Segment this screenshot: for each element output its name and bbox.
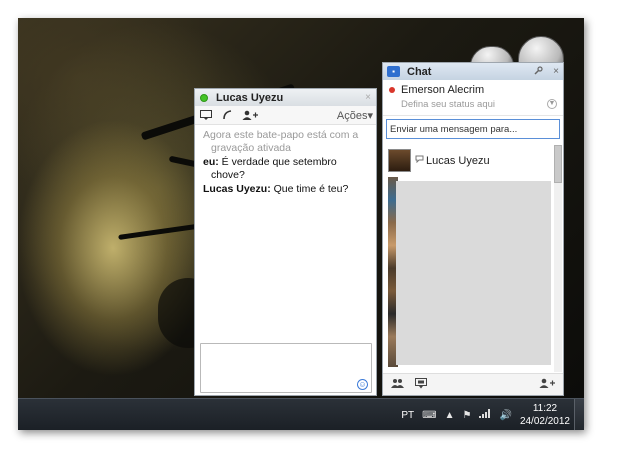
conversation-toolbar: Ações▾ xyxy=(195,106,376,125)
chat-titlebar[interactable]: ▪ Chat × xyxy=(383,63,563,80)
add-person-icon[interactable] xyxy=(242,108,258,123)
chevron-down-icon[interactable]: ▼ xyxy=(547,99,557,109)
chat-message: eu: É verdade que setembro chove? xyxy=(203,156,368,182)
phone-icon[interactable] xyxy=(220,108,236,123)
add-contact-icon[interactable] xyxy=(539,378,555,391)
clock-date: 24/02/2012 xyxy=(519,416,570,427)
chat-footer xyxy=(383,373,563,395)
chat-title: Chat xyxy=(407,65,432,78)
buddy-list: Lucas Uyezu xyxy=(383,145,563,372)
network-signal-icon[interactable] xyxy=(479,409,491,421)
speech-bubble-icon xyxy=(415,155,424,166)
buddy-list-hidden-area xyxy=(396,181,551,365)
chat-message: Lucas Uyezu: Que time é teu? xyxy=(203,183,368,196)
buddy-name: Lucas Uyezu xyxy=(426,154,490,167)
taskbar: PT ⌨ ▲ ⚑ 🔊 11:22 24/02/2012 xyxy=(18,398,584,430)
system-message-line: gravação ativada xyxy=(211,142,291,154)
language-indicator[interactable]: PT xyxy=(401,410,414,421)
volume-icon[interactable]: 🔊 xyxy=(499,410,511,421)
message-sender: eu: xyxy=(203,156,219,168)
message-sender: Lucas Uyezu: xyxy=(203,183,271,195)
video-icon[interactable] xyxy=(198,108,214,123)
online-status-icon xyxy=(200,93,208,102)
actions-menu-button[interactable]: Ações▾ xyxy=(337,109,373,122)
status-message-field[interactable]: Defina seu status aqui xyxy=(389,99,557,110)
action-center-flag-icon[interactable]: ⚑ xyxy=(463,410,472,421)
actions-label: Ações xyxy=(336,109,368,122)
system-message-line: Agora este bate-papo está com a xyxy=(203,129,359,141)
show-desktop-button[interactable] xyxy=(574,399,584,430)
emoticon-icon[interactable]: ☺ xyxy=(357,379,368,390)
search-input[interactable]: Enviar uma mensagem para... xyxy=(386,119,560,139)
message-text: chove? xyxy=(211,169,245,181)
my-profile: Emerson Alecrim Defina seu status aqui ▼ xyxy=(383,80,563,116)
message-text: É verdade que setembro xyxy=(221,156,337,168)
system-tray: PT ⌨ ▲ ⚑ 🔊 11:22 24/02/2012 xyxy=(401,399,570,430)
conversation-titlebar[interactable]: Lucas Uyezu × xyxy=(195,89,376,106)
message-text: Que time é teu? xyxy=(273,183,349,195)
message-input[interactable]: ☺ xyxy=(200,343,372,393)
show-hidden-icons-icon[interactable]: ▲ xyxy=(445,410,455,421)
conversation-contact-name: Lucas Uyezu xyxy=(216,91,284,104)
scrollbar-thumb[interactable] xyxy=(554,145,562,183)
system-message: Agora este bate-papo está com a gravação… xyxy=(203,129,368,155)
conversation-window: Lucas Uyezu × Ações▾ Agora este bate-pap… xyxy=(194,88,377,396)
desktop-screenshot: Lucas Uyezu × Ações▾ Agora este bate-pap… xyxy=(18,18,584,430)
avatar xyxy=(388,149,411,172)
chat-logo-icon: ▪ xyxy=(387,66,400,77)
video-icon[interactable] xyxy=(415,377,427,392)
titlebar-controls: × xyxy=(534,66,559,78)
keyboard-icon[interactable]: ⌨ xyxy=(422,410,436,421)
list-item[interactable]: Lucas Uyezu xyxy=(388,149,490,172)
clock-time: 11:22 xyxy=(532,403,558,414)
busy-status-icon xyxy=(389,87,395,93)
taskbar-clock[interactable]: 11:22 24/02/2012 xyxy=(520,402,570,428)
wrench-icon[interactable] xyxy=(534,65,543,78)
my-name-row[interactable]: Emerson Alecrim xyxy=(389,84,557,96)
chevron-down-icon: ▾ xyxy=(367,109,373,122)
my-name: Emerson Alecrim xyxy=(401,84,485,96)
close-icon[interactable]: × xyxy=(553,66,559,78)
conversation-transcript: Agora este bate-papo está com a gravação… xyxy=(195,125,376,200)
group-chat-icon[interactable] xyxy=(391,378,405,391)
close-icon[interactable]: × xyxy=(365,92,371,103)
chat-window: ▪ Chat × Emerson Alecrim Defina seu stat… xyxy=(382,62,564,396)
